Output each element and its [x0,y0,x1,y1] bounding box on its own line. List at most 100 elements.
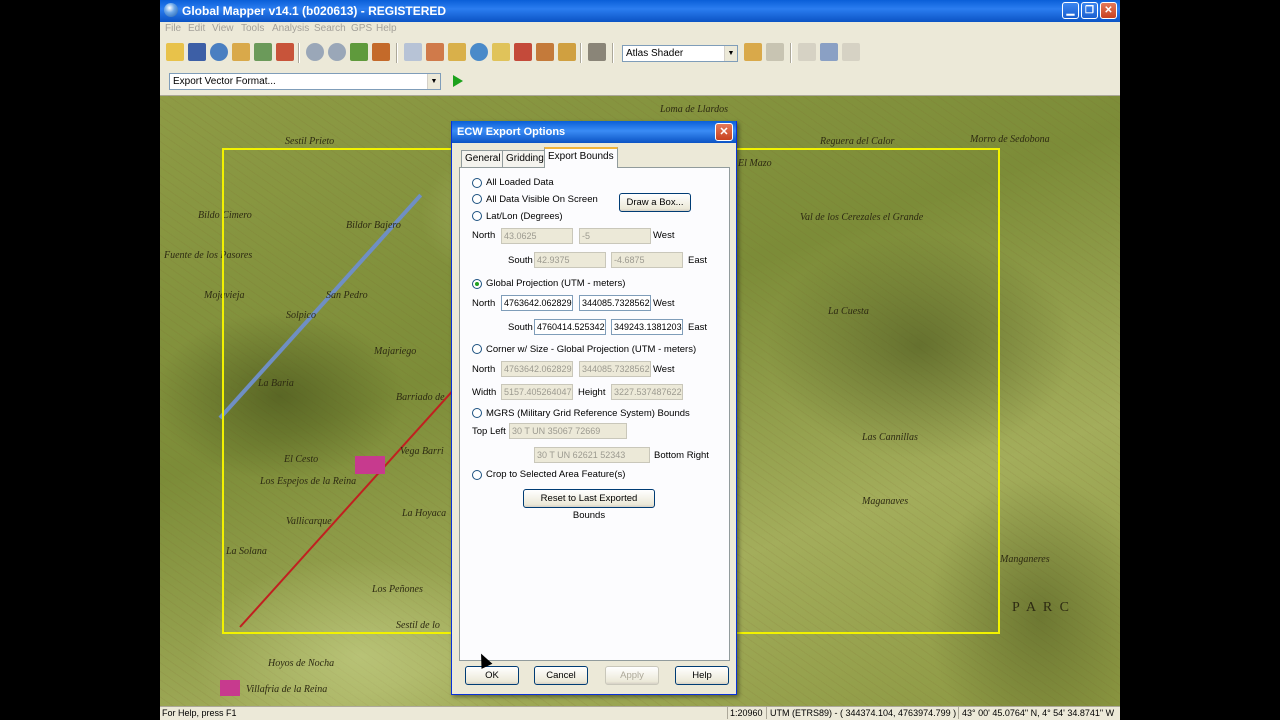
window-title: Global Mapper v14.1 (b020613) - REGISTER… [182,4,447,18]
full-view-icon[interactable] [350,43,368,61]
label-west: West [653,298,675,309]
menu-edit[interactable]: Edit [188,23,205,34]
mgrs-top-left-field[interactable]: 30 T UN 35067 72669 [509,423,627,439]
map-label: Hoyos de Nocha [268,658,335,669]
menu-tools[interactable]: Tools [241,23,264,34]
corner-west-field[interactable]: 344085.7328562 [579,361,651,377]
mgrs-bottom-right-field[interactable]: 30 T UN 62621 52343 [534,447,650,463]
global-south-field[interactable]: 4760414.525342 [534,319,606,335]
latlon-west-field[interactable]: -5 [579,228,651,244]
zoom-in-icon[interactable] [306,43,324,61]
shader-select[interactable]: Atlas Shader ▼ [622,45,738,62]
global-north-field[interactable]: 4763642.062829 [501,295,573,311]
shader-options-icon[interactable] [744,43,762,61]
tab-export-bounds[interactable]: Export Bounds [544,147,618,168]
global-east-field[interactable]: 349243.1381203 [611,319,683,335]
label-corner-size: Corner w/ Size - Global Projection (UTM … [486,344,697,355]
radio-corner-size[interactable] [472,344,482,354]
status-scale: 1:20960 [730,708,763,718]
radio-all-loaded[interactable] [472,178,482,188]
tools-icon[interactable] [276,43,294,61]
apply-button[interactable]: Apply [605,666,659,685]
info-icon[interactable] [470,43,488,61]
latlon-east-field[interactable]: -4.6875 [611,252,683,268]
draw-box-button[interactable]: Draw a Box... [619,193,691,212]
tab-gridding[interactable]: Gridding [502,150,548,167]
menu-view[interactable]: View [212,23,234,34]
ok-button[interactable]: OK [465,666,519,685]
menu-analysis[interactable]: Analysis [272,23,309,34]
radio-all-visible[interactable] [472,194,482,204]
radio-latlon[interactable] [472,211,482,221]
close-window-button[interactable]: ✕ [1100,2,1117,19]
menu-help[interactable]: Help [376,23,397,34]
label-global-projection: Global Projection (UTM - meters) [486,278,626,289]
label-east: East [688,255,708,266]
dropdown-tool-icon[interactable] [558,43,576,61]
dialog-title-bar[interactable]: ECW Export Options [452,121,736,143]
open-folder-icon[interactable] [166,43,184,61]
cancel-button[interactable]: Cancel [534,666,588,685]
home-icon[interactable] [372,43,390,61]
save-icon[interactable] [188,43,206,61]
3d-view-icon[interactable] [588,43,606,61]
minimize-button[interactable]: ▁ [1062,2,1079,19]
zoom-out-icon[interactable] [328,43,346,61]
map-label: Villafria de la Reina [246,684,328,695]
path-profile-icon[interactable] [514,43,532,61]
status-bar: For Help, press F1 1:20960 UTM (ETRS89) … [160,706,1120,720]
map-label: Sestil Prieto [285,136,335,147]
status-help-text: For Help, press F1 [162,708,237,718]
label-all-loaded: All Loaded Data [486,177,554,188]
map-label: Manganeres [1000,554,1050,565]
label-mgrs: MGRS (Military Grid Reference System) Bo… [486,408,690,419]
corner-height-field[interactable]: 3227.537487622 [611,384,683,400]
toolbar-separator [396,43,398,63]
chevron-down-icon[interactable]: ▼ [724,46,737,61]
radio-global-projection[interactable] [472,279,482,289]
maximize-button[interactable]: ❐ [1081,2,1098,19]
globe-icon [164,3,178,17]
export-format-select[interactable]: Export Vector Format... ▼ [169,73,441,90]
corner-width-field[interactable]: 5157.405264047 [501,384,573,400]
ecw-export-options-dialog: ECW Export Options ✕ General Gridding Ex… [451,121,737,695]
measure-icon[interactable] [426,43,444,61]
overlay-control-icon[interactable] [254,43,272,61]
grid-tool-icon[interactable] [842,43,860,61]
globe-icon[interactable] [210,43,228,61]
export-format-value: Export Vector Format... [173,76,276,87]
digitizer-icon[interactable] [404,43,422,61]
label-icon[interactable] [492,43,510,61]
label-latlon: Lat/Lon (Degrees) [486,211,563,222]
view-shed-icon[interactable] [536,43,554,61]
run-export-play-icon[interactable] [447,71,467,91]
town-area [220,680,240,696]
radio-mgrs[interactable] [472,408,482,418]
title-bar[interactable]: Global Mapper v14.1 (b020613) - REGISTER… [160,0,1120,22]
layout-icon[interactable] [820,43,838,61]
latlon-north-field[interactable]: 43.0625 [501,228,573,244]
status-latlon: 43° 00' 45.0764" N, 4° 54' 34.8741" W [962,708,1115,718]
config-icon[interactable] [232,43,250,61]
corner-north-field[interactable]: 4763642.062829 [501,361,573,377]
shader-settings-icon[interactable] [766,43,784,61]
reset-bounds-button[interactable]: Reset to Last Exported Bounds [523,489,655,521]
layer-tool-icon[interactable] [798,43,816,61]
label-all-visible: All Data Visible On Screen [486,194,598,205]
chevron-down-icon[interactable]: ▼ [427,74,440,89]
radio-crop-selected[interactable] [472,470,482,480]
global-west-field[interactable]: 344085.7328562 [579,295,651,311]
ruler-icon[interactable] [448,43,466,61]
latlon-south-field[interactable]: 42.9375 [534,252,606,268]
toolbar-separator [580,43,582,63]
dialog-close-icon[interactable]: ✕ [715,123,733,141]
menu-file[interactable]: File [165,23,181,34]
tab-general[interactable]: General [461,150,505,167]
help-button[interactable]: Help [675,666,729,685]
menu-gps[interactable]: GPS [351,23,372,34]
menu-bar: File Edit View Tools Analysis Search GPS… [160,22,1120,38]
label-width: Width [472,387,497,398]
menu-search[interactable]: Search [314,23,346,34]
map-label: Loma de Llardos [660,104,728,115]
toolbar-separator [612,43,614,63]
